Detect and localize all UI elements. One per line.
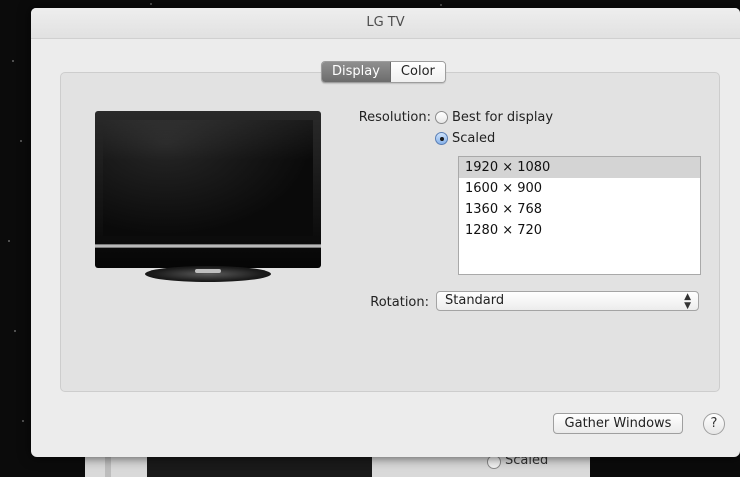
help-button[interactable]: ? (703, 413, 725, 435)
tab-color[interactable]: Color (390, 62, 445, 82)
tv-glare (103, 120, 313, 160)
resolution-item-1920x1080[interactable]: 1920 × 1080 (459, 157, 700, 178)
tv-stand-highlight (195, 269, 221, 273)
rotation-select[interactable]: Standard ▲ ▼ (436, 291, 699, 311)
resolution-item-1600x900[interactable]: 1600 × 900 (459, 178, 700, 199)
tab-display[interactable]: Display (322, 62, 391, 82)
gather-windows-button[interactable]: Gather Windows (553, 413, 683, 434)
rotation-value: Standard (445, 293, 505, 308)
radio-scaled-label: Scaled (452, 131, 496, 146)
chevron-up-down-icon: ▲ ▼ (684, 292, 691, 311)
tv-illustration (95, 111, 321, 282)
background-radio (487, 455, 501, 469)
radio-scaled-control[interactable] (435, 132, 448, 145)
radio-best-for-display-control[interactable] (435, 111, 448, 124)
rotation-label: Rotation: (370, 295, 429, 310)
radio-best-for-display[interactable]: Best for display (435, 110, 553, 125)
tv-chrome-strip (95, 244, 321, 248)
resolution-label: Resolution: (358, 110, 431, 125)
resolution-item-1360x768[interactable]: 1360 × 768 (459, 199, 700, 220)
radio-scaled[interactable]: Scaled (435, 131, 495, 146)
window-title: LG TV (31, 8, 740, 39)
resolution-list[interactable]: 1920 × 1080 1600 × 900 1360 × 768 1280 ×… (458, 156, 701, 275)
display-preferences-window: LG TV Display Color Resolution: Best for… (31, 8, 740, 457)
radio-best-for-display-label: Best for display (452, 110, 554, 125)
tab-bar: Display Color (321, 61, 446, 83)
resolution-item-1280x720[interactable]: 1280 × 720 (459, 220, 700, 241)
